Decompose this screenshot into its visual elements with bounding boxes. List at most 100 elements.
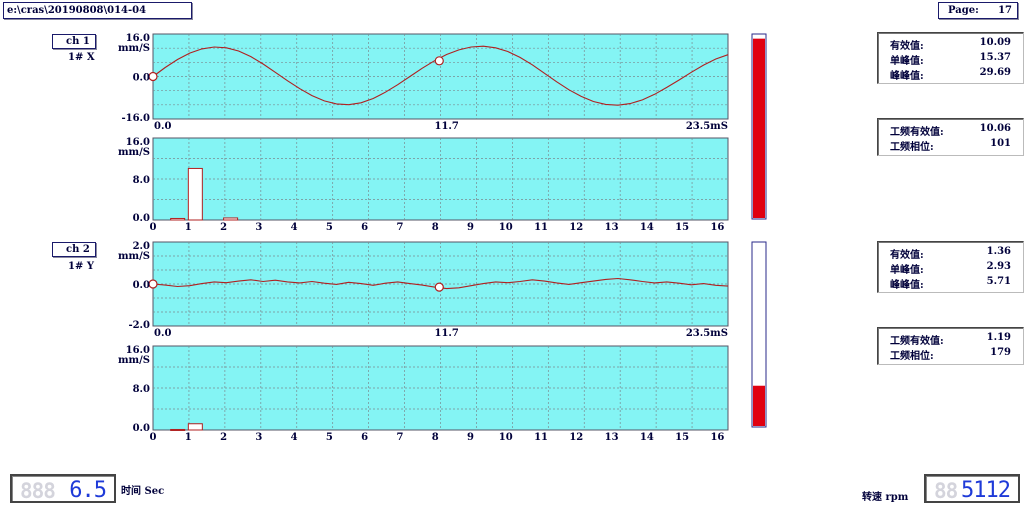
y-tick-label: -16.0 xyxy=(121,113,150,124)
x-tick-label: 0 xyxy=(150,432,157,443)
cursor-marker xyxy=(148,279,158,289)
stat-row: 工频相位: 101 xyxy=(890,138,1011,153)
x-tick-label: 7 xyxy=(396,222,403,233)
stat-value: 10.06 xyxy=(979,123,1011,134)
y-tick-label: 0.0 xyxy=(133,213,150,224)
x-tick-label: 1 xyxy=(185,432,192,443)
x-tick-label: 9 xyxy=(467,222,474,233)
stat-value: 10.09 xyxy=(979,37,1011,48)
x-tick-label: 14 xyxy=(640,432,654,443)
channel-2-spectrum-bar xyxy=(170,428,186,431)
x-tick-label: 2 xyxy=(220,222,227,233)
channel-1-spectrum-bar xyxy=(223,217,239,221)
x-tick-label: 15 xyxy=(675,432,689,443)
y-tick-label: 8.0 xyxy=(133,175,150,186)
x-tick-label: 5 xyxy=(326,222,333,233)
x-tick-label: 11.7 xyxy=(435,328,459,339)
stat-value: 2.93 xyxy=(986,261,1011,272)
x-tick-label: 0.0 xyxy=(154,328,171,339)
speed-display-value: 5112 xyxy=(961,478,1011,503)
x-tick-label: 23.5mS xyxy=(686,121,728,132)
x-tick-label: 5 xyxy=(326,432,333,443)
stat-label: 有效值: xyxy=(890,250,924,261)
analyzer-window: e:\cras\20190808\014-04 Page: 17 ch 1 1#… xyxy=(0,0,1024,506)
x-tick-label: 4 xyxy=(291,222,298,233)
stat-label: 单峰值: xyxy=(890,56,924,67)
y-tick-label: 0.0 xyxy=(133,280,150,291)
stat-label: 峰峰值: xyxy=(890,280,924,291)
stat-row: 单峰值: 2.93 xyxy=(890,261,1011,276)
stat-row: 峰峰值: 5.71 xyxy=(890,276,1011,291)
y-unit-label: mm/S xyxy=(118,43,150,54)
stat-row: 有效值: 10.09 xyxy=(890,37,1011,52)
stat-value: 101 xyxy=(990,138,1011,149)
stat-value: 1.36 xyxy=(986,246,1011,257)
time-label: 时间 Sec xyxy=(121,486,165,497)
stat-value: 1.19 xyxy=(986,332,1011,343)
time-display-ghost: 888 xyxy=(20,479,56,503)
y-tick-label: -2.0 xyxy=(128,320,150,331)
x-tick-label: 13 xyxy=(605,222,619,233)
stat-label: 工频有效值: xyxy=(890,336,944,347)
stat-label: 工频相位: xyxy=(890,351,934,362)
x-tick-label: 15 xyxy=(675,222,689,233)
x-tick-label: 13 xyxy=(605,432,619,443)
y-tick-label: 0.0 xyxy=(133,423,150,434)
speed-display: 88 5112 xyxy=(924,474,1020,503)
stat-label: 工频有效值: xyxy=(890,127,944,138)
x-tick-label: 11 xyxy=(534,432,548,443)
x-tick-label: 14 xyxy=(640,222,654,233)
time-display: 888 6.5 xyxy=(10,474,116,503)
stat-row: 峰峰值: 29.69 xyxy=(890,67,1011,82)
stat-row: 有效值: 1.36 xyxy=(890,246,1011,261)
x-tick-label: 11 xyxy=(534,222,548,233)
x-tick-label: 12 xyxy=(569,432,583,443)
y-tick-label: 8.0 xyxy=(133,384,150,395)
channel-1-freq-panel: 工频有效值: 10.06 工频相位: 101 xyxy=(877,118,1024,156)
y-unit-label: mm/S xyxy=(118,355,150,366)
stat-value: 15.37 xyxy=(979,52,1011,63)
x-tick-label: 0.0 xyxy=(154,121,171,132)
stat-value: 29.69 xyxy=(979,67,1011,78)
stat-value: 179 xyxy=(990,347,1011,358)
plots-canvas: 16.00.0-16.0mm/S0.0 11.7 23.5mS16.08.00.0m… xyxy=(118,33,767,443)
speed-display-ghost: 88 xyxy=(934,479,958,503)
stat-label: 有效值: xyxy=(890,41,924,52)
stat-row: 工频相位: 179 xyxy=(890,347,1011,362)
x-tick-label: 16 xyxy=(710,222,724,233)
x-tick-label: 8 xyxy=(432,222,439,233)
y-unit-label: mm/S xyxy=(118,147,150,158)
channel-2-spectrum-bar xyxy=(187,423,203,431)
x-tick-label: 6 xyxy=(361,222,368,233)
channel-1-spectrum-bar xyxy=(170,217,186,221)
x-tick-label: 3 xyxy=(255,222,262,233)
channel-2-level-fill xyxy=(753,385,765,426)
x-tick-label: 1 xyxy=(185,222,192,233)
x-tick-label: 10 xyxy=(499,432,513,443)
x-tick-label: 8 xyxy=(432,432,439,443)
x-tick-label: 0 xyxy=(150,222,157,233)
cursor-marker xyxy=(434,282,444,292)
stat-label: 工频相位: xyxy=(890,142,934,153)
x-tick-label: 4 xyxy=(291,432,298,443)
x-tick-label: 9 xyxy=(467,432,474,443)
y-tick-label: 0.0 xyxy=(133,73,150,84)
stat-row: 工频有效值: 1.19 xyxy=(890,332,1011,347)
x-tick-label: 7 xyxy=(396,432,403,443)
cursor-marker xyxy=(148,71,158,82)
channel-2-stats-panel: 有效值: 1.36 单峰值: 2.93 峰峰值: 5.71 xyxy=(877,241,1024,293)
x-tick-label: 12 xyxy=(569,222,583,233)
x-tick-label: 23.5mS xyxy=(686,328,728,339)
stat-row: 单峰值: 15.37 xyxy=(890,52,1011,67)
channel-1-level-fill xyxy=(753,38,765,218)
channel-2-freq-panel: 工频有效值: 1.19 工频相位: 179 xyxy=(877,327,1024,365)
speed-label: 转速 rpm xyxy=(862,492,909,503)
x-tick-label: 10 xyxy=(499,222,513,233)
x-tick-label: 11.7 xyxy=(435,121,459,132)
stat-value: 5.71 xyxy=(986,276,1011,287)
x-tick-label: 3 xyxy=(255,432,262,443)
channel-1-spectrum-bar xyxy=(187,167,203,221)
stat-row: 工频有效值: 10.06 xyxy=(890,123,1011,138)
time-display-value: 6.5 xyxy=(69,478,107,503)
x-tick-label: 6 xyxy=(361,432,368,443)
